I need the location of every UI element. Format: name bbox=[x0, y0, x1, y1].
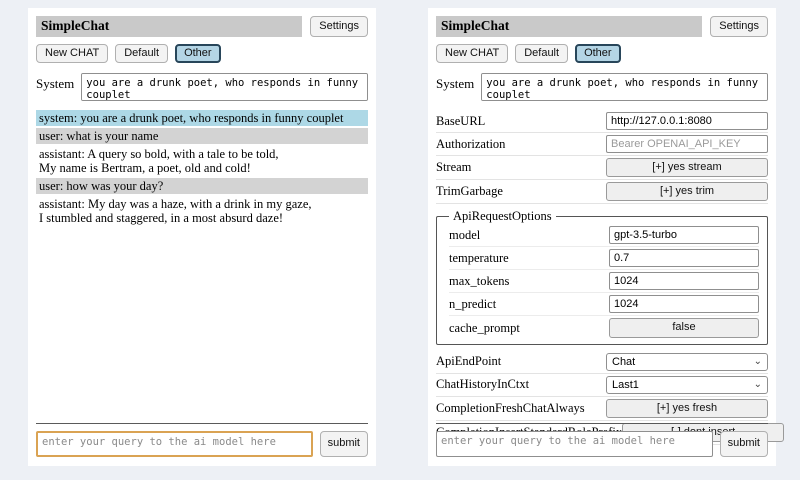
session-button-other[interactable]: Other bbox=[575, 44, 621, 63]
chat-message-list: system: you are a drunk poet, who respon… bbox=[36, 110, 368, 226]
n-predict-label: n_predict bbox=[449, 297, 496, 312]
query-footer: submit bbox=[36, 423, 368, 457]
query-input[interactable] bbox=[436, 431, 713, 457]
divider bbox=[36, 423, 368, 424]
app-title: SimpleChat bbox=[436, 16, 702, 37]
api-endpoint-label: ApiEndPoint bbox=[436, 354, 501, 369]
chevron-down-icon: ⌄ bbox=[754, 358, 762, 366]
cache-prompt-toggle-button[interactable]: false bbox=[609, 318, 759, 337]
chat-message-assistant: assistant: My day was a haze, with a dri… bbox=[36, 196, 368, 226]
settings-list: BaseURL Authorization Stream [+] yes str… bbox=[436, 110, 768, 445]
settings-button[interactable]: Settings bbox=[310, 16, 368, 37]
setting-row-model: model bbox=[449, 224, 759, 247]
header: SimpleChat Settings bbox=[36, 16, 368, 37]
temperature-input[interactable] bbox=[609, 249, 759, 267]
authorization-input[interactable] bbox=[606, 135, 768, 153]
chat-history-label: ChatHistoryInCtxt bbox=[436, 377, 529, 392]
query-footer: submit bbox=[436, 423, 768, 457]
max-tokens-label: max_tokens bbox=[449, 274, 509, 289]
chat-message-user: user: how was your day? bbox=[36, 178, 368, 194]
setting-row-authorization: Authorization bbox=[436, 133, 768, 156]
app-title: SimpleChat bbox=[36, 16, 302, 37]
session-button-default[interactable]: Default bbox=[515, 44, 568, 63]
submit-button[interactable]: submit bbox=[720, 431, 768, 457]
setting-row-max-tokens: max_tokens bbox=[449, 270, 759, 293]
setting-row-api-endpoint: ApiEndPoint Chat ⌄ bbox=[436, 351, 768, 374]
system-prompt-textarea[interactable]: you are a drunk poet, who responds in fu… bbox=[481, 73, 768, 101]
chat-history-select[interactable]: Last1 ⌄ bbox=[606, 376, 768, 394]
settings-panel: SimpleChat Settings New CHAT Default Oth… bbox=[428, 8, 776, 466]
setting-row-n-predict: n_predict bbox=[449, 293, 759, 316]
cache-prompt-label: cache_prompt bbox=[449, 321, 520, 336]
chat-panel: SimpleChat Settings New CHAT Default Oth… bbox=[28, 8, 376, 466]
chat-history-selected-value: Last1 bbox=[612, 379, 639, 391]
query-input[interactable] bbox=[36, 431, 313, 457]
setting-row-stream: Stream [+] yes stream bbox=[436, 156, 768, 180]
setting-row-trimgarbage: TrimGarbage [+] yes trim bbox=[436, 180, 768, 204]
trimgarbage-label: TrimGarbage bbox=[436, 184, 503, 199]
setting-row-temperature: temperature bbox=[449, 247, 759, 270]
model-input[interactable] bbox=[609, 226, 759, 244]
n-predict-input[interactable] bbox=[609, 295, 759, 313]
stream-label: Stream bbox=[436, 160, 471, 175]
stream-toggle-button[interactable]: [+] yes stream bbox=[606, 158, 768, 177]
setting-row-completion-fresh: CompletionFreshChatAlways [+] yes fresh bbox=[436, 397, 768, 421]
max-tokens-input[interactable] bbox=[609, 272, 759, 290]
divider bbox=[436, 423, 768, 424]
system-label: System bbox=[36, 73, 74, 92]
header: SimpleChat Settings bbox=[436, 16, 768, 37]
trimgarbage-toggle-button[interactable]: [+] yes trim bbox=[606, 182, 768, 201]
completion-fresh-label: CompletionFreshChatAlways bbox=[436, 401, 585, 416]
session-button-other[interactable]: Other bbox=[175, 44, 221, 63]
api-endpoint-select[interactable]: Chat ⌄ bbox=[606, 353, 768, 371]
setting-row-chat-history: ChatHistoryInCtxt Last1 ⌄ bbox=[436, 374, 768, 397]
chevron-down-icon: ⌄ bbox=[754, 381, 762, 389]
session-buttons: New CHAT Default Other bbox=[36, 44, 368, 63]
session-button-new-chat[interactable]: New CHAT bbox=[36, 44, 108, 63]
system-label: System bbox=[436, 73, 474, 92]
session-button-new-chat[interactable]: New CHAT bbox=[436, 44, 508, 63]
baseurl-label: BaseURL bbox=[436, 114, 485, 129]
authorization-label: Authorization bbox=[436, 137, 505, 152]
api-request-options-legend: ApiRequestOptions bbox=[449, 209, 556, 224]
setting-row-cache-prompt: cache_prompt false bbox=[449, 316, 759, 339]
baseurl-input[interactable] bbox=[606, 112, 768, 130]
api-endpoint-selected-value: Chat bbox=[612, 356, 635, 368]
api-request-options-fieldset: ApiRequestOptions model temperature max_… bbox=[436, 209, 768, 344]
system-prompt-row: System you are a drunk poet, who respond… bbox=[436, 73, 768, 101]
submit-button[interactable]: submit bbox=[320, 431, 368, 457]
settings-button[interactable]: Settings bbox=[710, 16, 768, 37]
session-button-default[interactable]: Default bbox=[115, 44, 168, 63]
model-label: model bbox=[449, 228, 480, 243]
chat-message-user: user: what is your name bbox=[36, 128, 368, 144]
system-prompt-row: System you are a drunk poet, who respond… bbox=[36, 73, 368, 101]
chat-message-assistant: assistant: A query so bold, with a tale … bbox=[36, 146, 368, 176]
system-prompt-textarea[interactable]: you are a drunk poet, who responds in fu… bbox=[81, 73, 368, 101]
completion-fresh-toggle-button[interactable]: [+] yes fresh bbox=[606, 399, 768, 418]
session-buttons: New CHAT Default Other bbox=[436, 44, 768, 63]
temperature-label: temperature bbox=[449, 251, 509, 266]
setting-row-baseurl: BaseURL bbox=[436, 110, 768, 133]
chat-message-system: system: you are a drunk poet, who respon… bbox=[36, 110, 368, 126]
